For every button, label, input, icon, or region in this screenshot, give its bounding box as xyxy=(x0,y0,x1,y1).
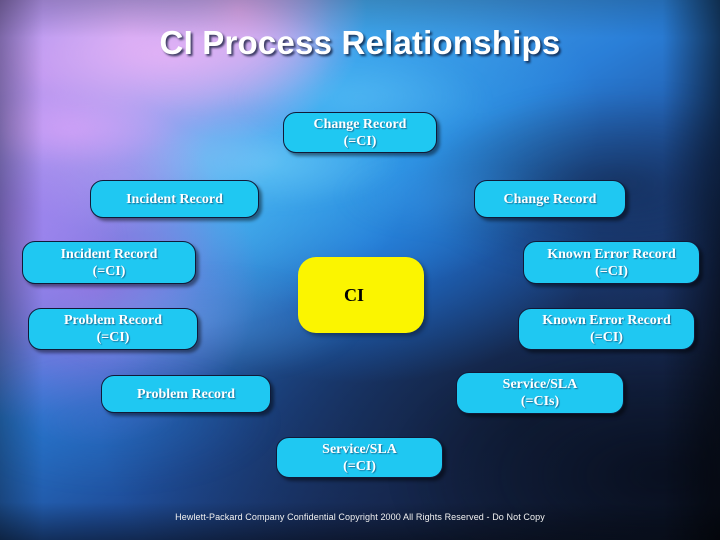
node-change-record-ci[interactable]: Change Record (=CI) xyxy=(283,112,437,153)
node-label-line1: Incident Record xyxy=(126,191,223,207)
node-label-line2: (=CIs) xyxy=(520,394,560,409)
node-known-error-record-ci-top[interactable]: Known Error Record (=CI) xyxy=(523,241,700,284)
slide-canvas: CI Process Relationships Change Record (… xyxy=(0,0,720,540)
node-problem-record-ci[interactable]: Problem Record (=CI) xyxy=(28,308,198,350)
node-label-line1: Service/SLA xyxy=(502,377,578,392)
node-label-line2: (=CI) xyxy=(590,330,623,345)
slide-title: CI Process Relationships xyxy=(159,24,561,61)
node-service-sla-cis[interactable]: Service/SLA (=CIs) xyxy=(456,372,624,414)
node-label-line1: Problem Record xyxy=(136,386,236,402)
node-label-line1: Problem Record xyxy=(63,313,163,328)
node-label-line1: Known Error Record xyxy=(547,246,676,262)
node-ci-center[interactable]: CI xyxy=(298,257,424,333)
node-label-line1: Known Error Record xyxy=(542,313,671,328)
node-label-line2: (=CI) xyxy=(343,133,377,149)
node-label-line2: (=CI) xyxy=(595,263,628,279)
node-label-line1: CI xyxy=(344,284,365,305)
node-service-sla-ci[interactable]: Service/SLA (=CI) xyxy=(276,437,443,478)
node-change-record[interactable]: Change Record xyxy=(474,180,626,218)
node-known-error-record-ci-bottom[interactable]: Known Error Record (=CI) xyxy=(518,308,695,350)
node-incident-record-ci[interactable]: Incident Record (=CI) xyxy=(22,241,196,284)
confidentiality-footer: Hewlett-Packard Company Confidential Cop… xyxy=(175,512,545,522)
node-label-line2: (=CI) xyxy=(343,458,376,474)
node-incident-record[interactable]: Incident Record xyxy=(90,180,259,218)
node-label-line1: Change Record xyxy=(503,191,597,207)
node-label-line1: Incident Record xyxy=(60,246,158,262)
node-problem-record[interactable]: Problem Record xyxy=(101,375,271,413)
node-label-line2: (=CI) xyxy=(92,263,126,279)
node-label-line1: Service/SLA xyxy=(322,441,397,457)
node-label-line2: (=CI) xyxy=(96,330,130,345)
node-label-line1: Change Record xyxy=(313,116,407,132)
